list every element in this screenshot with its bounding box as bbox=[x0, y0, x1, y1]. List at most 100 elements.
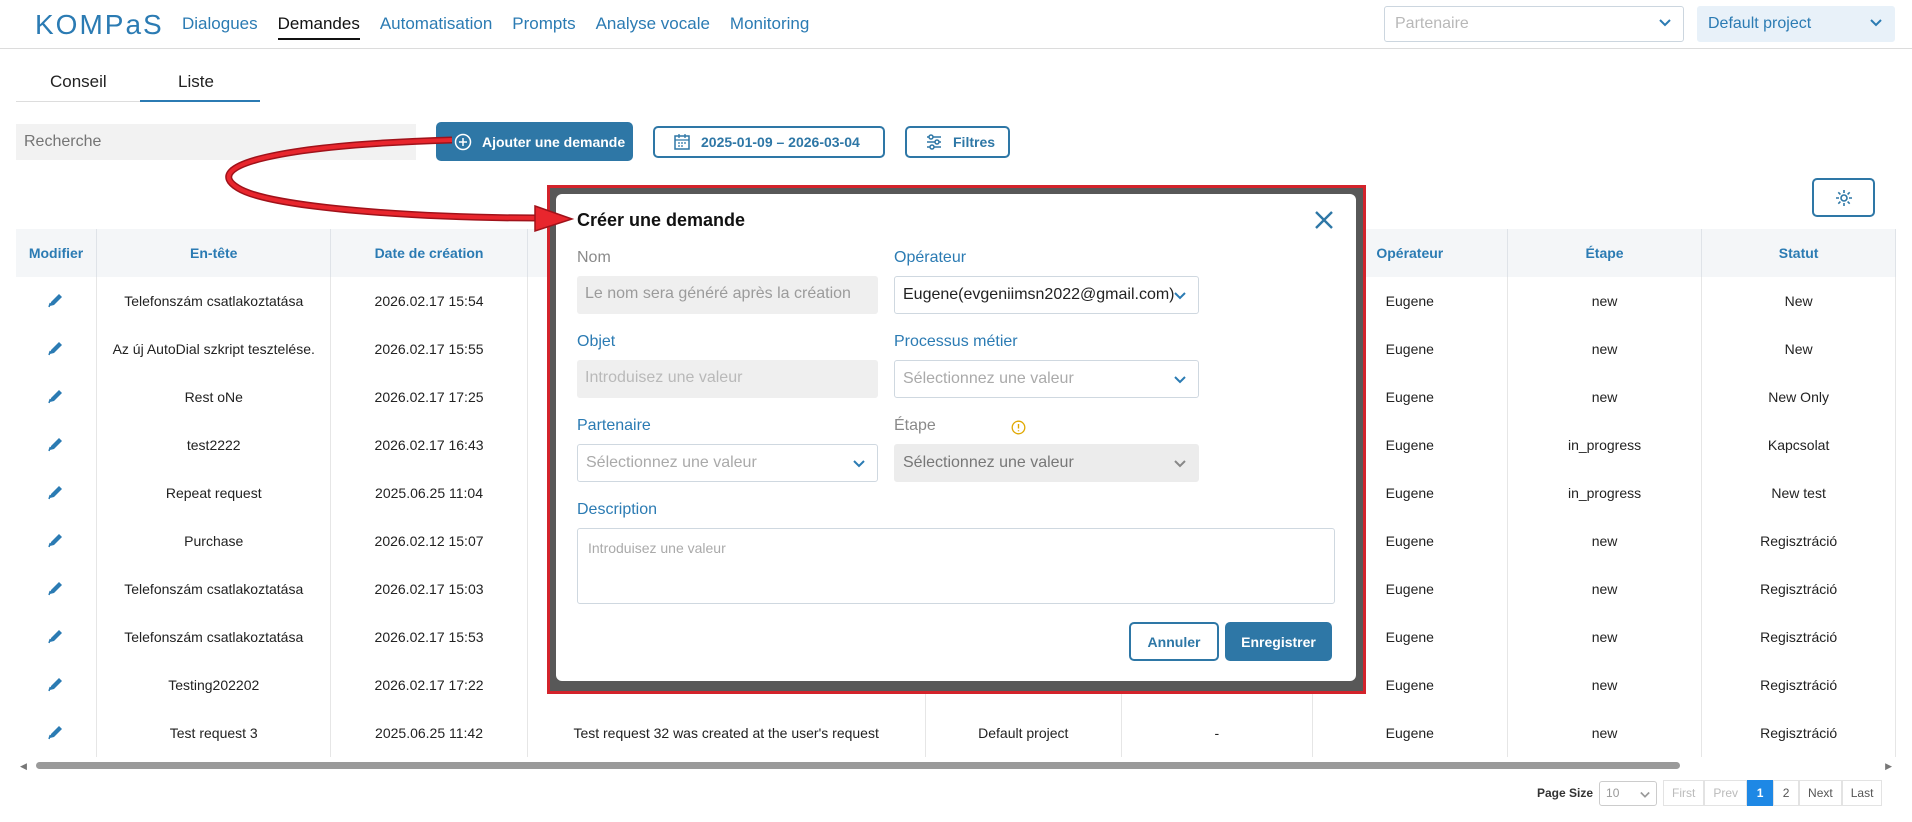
col-header-date-creation[interactable]: Date de création bbox=[330, 229, 528, 277]
gear-icon bbox=[1835, 189, 1852, 206]
etape-label: Étape bbox=[894, 417, 936, 434]
pencil-icon[interactable] bbox=[47, 531, 65, 549]
cell-modifier[interactable] bbox=[16, 325, 98, 373]
cell-date-creation: 2026.02.17 17:22 bbox=[330, 661, 528, 709]
sliders-icon bbox=[927, 134, 941, 150]
cell-en-tete: Rest oNe bbox=[96, 373, 332, 421]
nav-automatisation[interactable]: Automatisation bbox=[380, 14, 492, 40]
partner-select[interactable]: Partenaire bbox=[1384, 6, 1684, 42]
cell-date-creation: 2026.02.17 15:55 bbox=[330, 325, 528, 373]
cell-etape: new bbox=[1507, 517, 1703, 565]
cell-etape: in_progress bbox=[1507, 469, 1703, 517]
tab-liste[interactable]: Liste bbox=[178, 72, 214, 92]
col-header-etape[interactable]: Étape bbox=[1507, 229, 1703, 277]
pencil-icon[interactable] bbox=[47, 339, 65, 357]
cell-modifier[interactable] bbox=[16, 517, 98, 565]
table-row[interactable]: Test request 3 2025.06.25 11:42 Test reque… bbox=[16, 709, 1896, 757]
page-last[interactable]: Last bbox=[1841, 780, 1883, 806]
cell-en-tete: Purchase bbox=[96, 517, 332, 565]
cancel-button[interactable]: Annuler bbox=[1129, 622, 1219, 661]
cell-statut: New test bbox=[1701, 469, 1896, 517]
cell-modifier[interactable] bbox=[16, 469, 98, 517]
pencil-icon[interactable] bbox=[47, 291, 65, 309]
cell-etape: new bbox=[1507, 613, 1703, 661]
nav-monitoring[interactable]: Monitoring bbox=[730, 14, 809, 40]
nav-prompts[interactable]: Prompts bbox=[512, 14, 575, 40]
col-header-modifier[interactable]: Modifier bbox=[16, 229, 98, 277]
filters-button[interactable]: Filtres bbox=[905, 126, 1010, 158]
cell-statut: Regisztráció bbox=[1701, 613, 1896, 661]
search-input[interactable] bbox=[16, 124, 416, 160]
cell-statut: New Only bbox=[1701, 373, 1896, 421]
scroll-left-arrow-icon[interactable]: ◀ bbox=[20, 761, 27, 772]
chevron-down-icon bbox=[1174, 292, 1186, 300]
cell-modifier[interactable] bbox=[16, 565, 98, 613]
processus-placeholder: Sélectionnez une valeur bbox=[903, 370, 1074, 387]
nav-dialogues[interactable]: Dialogues bbox=[182, 14, 258, 40]
nav-analyse-vocale[interactable]: Analyse vocale bbox=[596, 14, 710, 40]
tab-conseil[interactable]: Conseil bbox=[50, 72, 107, 92]
project-select[interactable]: Default project bbox=[1697, 6, 1895, 42]
page-next[interactable]: Next bbox=[1799, 780, 1842, 806]
col-header-statut[interactable]: Statut bbox=[1701, 229, 1896, 277]
partenaire-placeholder: Sélectionnez une valeur bbox=[586, 454, 757, 471]
add-request-button[interactable]: Ajouter une demande bbox=[436, 122, 633, 161]
cell-date-creation: 2025.06.25 11:42 bbox=[330, 709, 528, 757]
pencil-icon[interactable] bbox=[47, 627, 65, 645]
close-icon[interactable] bbox=[1312, 208, 1336, 232]
cell-modifier[interactable] bbox=[16, 613, 98, 661]
scroll-right-arrow-icon[interactable]: ▶ bbox=[1885, 761, 1892, 772]
horizontal-scrollbar[interactable]: ◀ ▶ bbox=[16, 760, 1896, 772]
cell-etape: new bbox=[1507, 277, 1703, 325]
pencil-icon[interactable] bbox=[47, 723, 65, 741]
page-prev[interactable]: Prev bbox=[1704, 780, 1748, 806]
cell-etape: new bbox=[1507, 325, 1703, 373]
processus-select[interactable]: Sélectionnez une valeur bbox=[894, 360, 1199, 398]
cell-etape: new bbox=[1507, 661, 1703, 709]
page-2[interactable]: 2 bbox=[1773, 780, 1800, 806]
description-textarea[interactable]: Introduisez une valeur bbox=[577, 528, 1335, 604]
create-request-dialog: Créer une demande Nom Le nom sera généré… bbox=[556, 194, 1356, 681]
pencil-icon[interactable] bbox=[47, 675, 65, 693]
cell-statut: Regisztráció bbox=[1701, 517, 1896, 565]
cell-en-tete: Telefonszám csatlakoztatása bbox=[96, 565, 332, 613]
cell-etape: new bbox=[1507, 373, 1703, 421]
partenaire-select[interactable]: Sélectionnez une valeur bbox=[577, 444, 878, 482]
col-header-en-tete[interactable]: En-tête bbox=[96, 229, 332, 277]
nav-demandes[interactable]: Demandes bbox=[277, 14, 360, 40]
page-size-label: Page Size bbox=[1537, 786, 1594, 800]
table-settings-button[interactable] bbox=[1812, 178, 1875, 217]
date-range-button[interactable]: 2025-01-09 – 2026-03-04 bbox=[653, 126, 885, 158]
cell-modifier[interactable] bbox=[16, 661, 98, 709]
cell-date-creation: 2025.06.25 11:04 bbox=[330, 469, 528, 517]
cell-modifier[interactable] bbox=[16, 277, 98, 325]
etape-select: Sélectionnez une valeur bbox=[894, 444, 1199, 482]
chevron-down-icon bbox=[1640, 791, 1650, 798]
page-size-select[interactable]: 10 bbox=[1599, 780, 1658, 806]
cell-statut: New bbox=[1701, 325, 1896, 373]
chevron-down-icon bbox=[853, 460, 865, 468]
page-size-value: 10 bbox=[1606, 785, 1620, 800]
info-icon[interactable] bbox=[1011, 420, 1026, 435]
cell-etape: in_progress bbox=[1507, 421, 1703, 469]
operateur-select[interactable]: Eugene(evgeniimsn2022@gmail.com) bbox=[894, 276, 1199, 314]
objet-field[interactable]: Introduisez une valeur bbox=[577, 360, 878, 398]
cell-statut: New bbox=[1701, 277, 1896, 325]
kompas-logo[interactable]: KOMPaS bbox=[35, 9, 164, 41]
page-1[interactable]: 1 bbox=[1747, 780, 1774, 806]
pencil-icon[interactable] bbox=[47, 387, 65, 405]
pencil-icon[interactable] bbox=[47, 483, 65, 501]
cell-en-tete: Testing202202 bbox=[96, 661, 332, 709]
pencil-icon[interactable] bbox=[47, 579, 65, 597]
save-button[interactable]: Enregistrer bbox=[1225, 622, 1332, 661]
cell-modifier[interactable] bbox=[16, 709, 98, 757]
scrollbar-thumb[interactable] bbox=[36, 762, 1680, 769]
partenaire-label: Partenaire bbox=[577, 417, 651, 434]
operateur-label: Opérateur bbox=[894, 249, 967, 266]
cell-modifier[interactable] bbox=[16, 421, 98, 469]
main-nav: Dialogues Demandes Automatisation Prompt… bbox=[182, 14, 829, 40]
page-first[interactable]: First bbox=[1663, 780, 1705, 806]
cell-en-tete: Telefonszám csatlakoztatása bbox=[96, 277, 332, 325]
pencil-icon[interactable] bbox=[47, 435, 65, 453]
cell-modifier[interactable] bbox=[16, 373, 98, 421]
